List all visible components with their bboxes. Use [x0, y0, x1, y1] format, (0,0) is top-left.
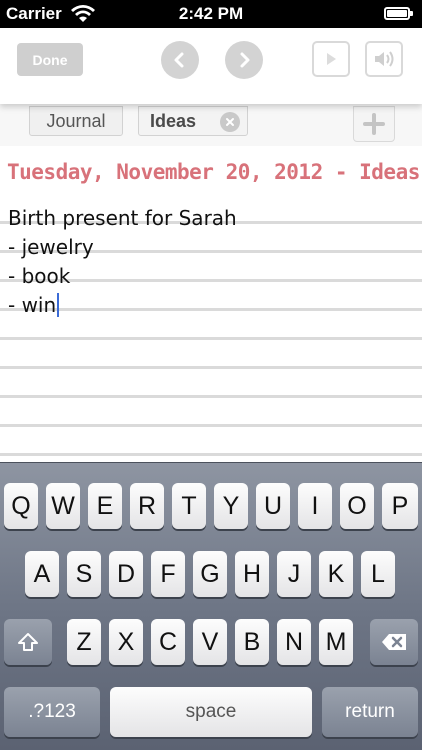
key-h[interactable]: H — [235, 551, 269, 597]
note-editor[interactable]: Tuesday, November 20, 2012 - Ideas Birth… — [0, 146, 422, 462]
key-l[interactable]: L — [361, 551, 395, 597]
previous-note-button[interactable] — [161, 41, 199, 79]
key-q[interactable]: Q — [4, 483, 38, 529]
key-g[interactable]: G — [193, 551, 227, 597]
play-button[interactable] — [312, 41, 350, 77]
close-icon — [226, 118, 234, 126]
note-toolbar: Done — [0, 28, 422, 104]
key-j[interactable]: J — [277, 551, 311, 597]
tags-bar: Journal Ideas — [0, 104, 422, 146]
key-y[interactable]: Y — [214, 483, 248, 529]
chevron-right-icon — [240, 52, 250, 68]
key-c[interactable]: C — [151, 619, 185, 665]
key-a[interactable]: A — [25, 551, 59, 597]
tag-label: Ideas — [150, 110, 197, 131]
note-text[interactable]: Birth present for Sarah - jewelry - book… — [8, 204, 408, 320]
done-button[interactable]: Done — [17, 43, 83, 76]
key-r[interactable]: R — [130, 483, 164, 529]
key-o[interactable]: O — [340, 483, 374, 529]
key-x[interactable]: X — [109, 619, 143, 665]
key-e[interactable]: E — [88, 483, 122, 529]
key-b[interactable]: B — [235, 619, 269, 665]
key-d[interactable]: D — [109, 551, 143, 597]
status-bar: Carrier 2:42 PM — [0, 0, 422, 28]
backspace-icon — [382, 634, 406, 650]
add-tag-button[interactable] — [353, 106, 395, 142]
key-k[interactable]: K — [319, 551, 353, 597]
space-key[interactable]: space — [110, 687, 312, 737]
numbers-key[interactable]: .?123 — [4, 687, 100, 737]
key-w[interactable]: W — [46, 483, 80, 529]
speaker-icon — [375, 51, 394, 67]
text-caret — [57, 293, 60, 317]
key-v[interactable]: V — [193, 619, 227, 665]
note-line: - jewelry — [8, 235, 94, 259]
note-line: - book — [8, 264, 71, 288]
key-f[interactable]: F — [151, 551, 185, 597]
tag-ideas[interactable]: Ideas — [138, 106, 248, 136]
note-line-current: - win — [8, 291, 408, 320]
key-z[interactable]: Z — [67, 619, 101, 665]
key-m[interactable]: M — [319, 619, 353, 665]
shift-icon — [18, 633, 38, 651]
keyboard: Q W E R T Y U I O P A S D F G H J K L Z … — [0, 462, 422, 750]
return-key[interactable]: return — [322, 687, 418, 737]
note-date-heading: Tuesday, November 20, 2012 - Ideas — [7, 160, 420, 184]
shift-key[interactable] — [4, 619, 52, 665]
remove-tag-button[interactable] — [220, 112, 240, 132]
note-line: Birth present for Sarah — [8, 206, 237, 230]
play-icon — [327, 53, 336, 65]
key-s[interactable]: S — [67, 551, 101, 597]
backspace-key[interactable] — [370, 619, 418, 665]
tag-label: Journal — [46, 110, 106, 131]
key-n[interactable]: N — [277, 619, 311, 665]
note-line: - win — [8, 293, 57, 317]
next-note-button[interactable] — [225, 41, 263, 79]
speaker-button[interactable] — [365, 41, 403, 77]
key-p[interactable]: P — [382, 483, 418, 529]
status-time: 2:42 PM — [178, 4, 244, 23]
key-t[interactable]: T — [172, 483, 206, 529]
tag-journal[interactable]: Journal — [29, 106, 123, 136]
battery-icon — [384, 7, 413, 20]
chevron-left-icon — [174, 52, 184, 68]
plus-icon — [363, 113, 385, 135]
key-i[interactable]: I — [298, 483, 332, 529]
key-u[interactable]: U — [256, 483, 290, 529]
